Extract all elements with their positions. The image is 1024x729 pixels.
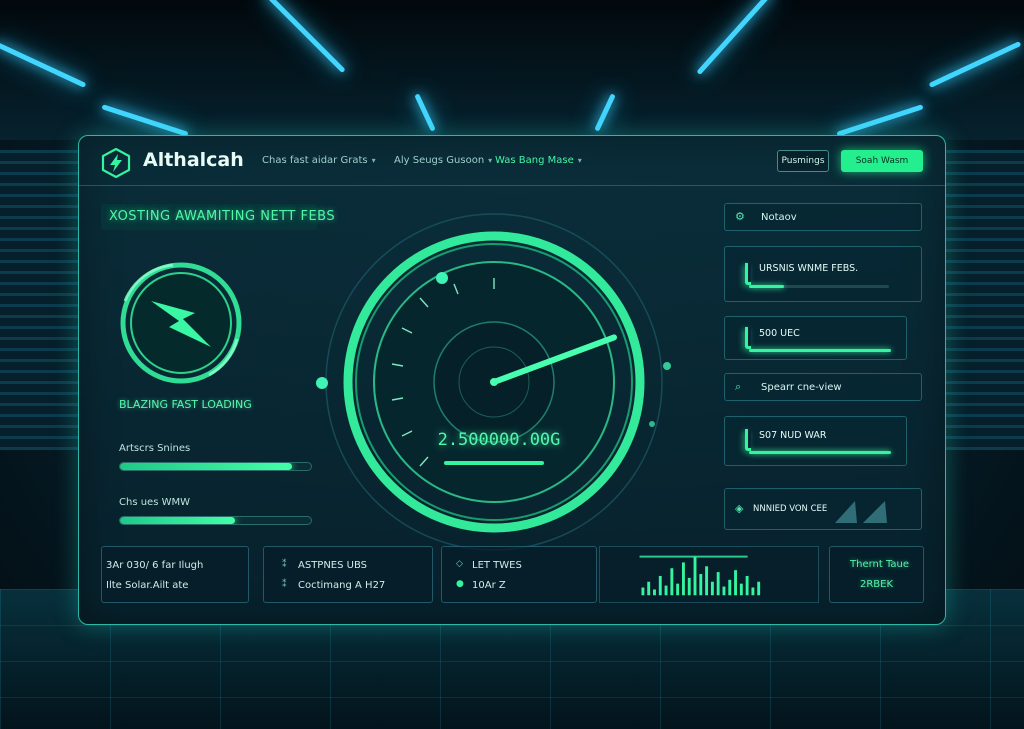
activity-graph [599, 546, 819, 603]
bracket-accent [745, 327, 751, 349]
bullet-icon: ⁑ [282, 580, 287, 590]
info-line: Ilte Solar.Ailt ate [106, 580, 189, 591]
nav-item-label: Was Bang Mase [495, 155, 574, 166]
dashboard-panel: Althalcah Chas fast aidar Grats ▾ Aly Seu… [78, 135, 946, 625]
top-bar: Althalcah Chas fast aidar Grats ▾ Aly Seu… [79, 136, 945, 186]
info-line: 10Ar Z [472, 580, 506, 591]
activity-spike [699, 574, 703, 596]
nav-item-label: Aly Seugs Gusoon [394, 155, 485, 166]
bracket-accent [745, 429, 751, 451]
status-dot-icon: ● [456, 579, 464, 589]
metric-track [749, 285, 889, 288]
activity-spike [722, 586, 726, 596]
gauge-readout: 2.500000.00G [437, 430, 561, 450]
progress-fill [120, 517, 235, 524]
live-card: Thernt Taue 2RBEK [829, 546, 924, 603]
nav-menu-item-3[interactable]: Was Bang Mase ▾ [495, 155, 582, 166]
activity-spike [647, 581, 651, 596]
metric-value: S07 NUD WAR [759, 430, 827, 441]
panel-title: Notaov [761, 212, 797, 223]
activity-spike [670, 568, 674, 596]
chevron-down-icon: ▾ [371, 156, 376, 165]
activity-spike [739, 583, 743, 596]
server-rack-left [0, 150, 85, 450]
status-card: ◈ NNNIED VON CEE [724, 488, 922, 530]
metric-card: S07 NUD WAR [724, 416, 907, 466]
metric-value: 500 UEC [759, 328, 800, 339]
chevron-down-icon: ▾ [488, 156, 493, 165]
activity-spike [687, 577, 691, 596]
metric-underline [749, 349, 891, 352]
app-title: Althalcah [143, 149, 244, 171]
activity-spike [710, 581, 714, 596]
activity-spike [757, 581, 761, 596]
primary-cta-button[interactable]: Soah Wasm [841, 150, 923, 172]
bracket-accent [745, 263, 751, 285]
status-text: NNNIED VON CEE [753, 504, 828, 514]
activity-spike [745, 575, 749, 596]
search-overview-panel[interactable]: ⌕ Spearr cne-view [724, 373, 922, 401]
metric-underline [749, 451, 891, 454]
panel-title: Spearr cne-view [761, 382, 842, 393]
info-card: ◇ LET TWES ● 10Ar Z [441, 546, 597, 603]
nav-menu-item-1[interactable]: Chas fast aidar Grats ▾ [262, 155, 376, 166]
info-line: ASTPNES UBS [298, 560, 368, 571]
notification-panel[interactable]: ⚙ Notaov [724, 203, 922, 231]
nav-item-label: Chas fast aidar Grats [262, 155, 368, 166]
diamond-icon: ◈ [735, 502, 744, 515]
activity-spike [676, 583, 680, 596]
info-card: 3Ar 030/ 6 far Ilugh Ilte Solar.Ailt ate [101, 546, 249, 603]
metric-fill [749, 285, 784, 288]
ceiling [0, 0, 1024, 140]
nav-menu-item-2[interactable]: Aly Seugs Gusoon ▾ [394, 155, 492, 166]
bullet-icon: ⁑ [282, 560, 287, 570]
activity-spike [728, 579, 732, 596]
activity-spike [681, 562, 685, 596]
live-title: Thernt Taue [850, 559, 910, 570]
diamond-icon: ◇ [456, 559, 463, 569]
activity-spike [705, 566, 709, 596]
progress-bar [119, 462, 312, 471]
progress-fill [120, 463, 292, 470]
info-line: LET TWES [472, 560, 522, 571]
secondary-button[interactable]: Pusmings [777, 150, 829, 172]
speed-gauge [316, 213, 671, 551]
live-value: 2RBEK [860, 579, 894, 590]
activity-spike [653, 589, 656, 596]
chevron-down-icon: ▾ [577, 156, 582, 165]
activity-spike [664, 585, 668, 596]
info-line: Coctimang A H27 [298, 580, 386, 591]
triangle-icons [835, 501, 887, 523]
stat-label: Chs ues WMW [119, 497, 190, 508]
activity-spike [734, 570, 737, 596]
metric-value: URSNIS WNME FEBS. [759, 263, 859, 274]
metric-card: 500 UEC [724, 316, 907, 360]
info-line: 3Ar 030/ 6 far Ilugh [106, 560, 204, 571]
activity-spike [716, 572, 720, 596]
activity-spike [693, 556, 697, 596]
info-card: ⁑ ASTPNES UBS ⁑ Coctimang A H27 [263, 546, 433, 603]
feature-label: BLAZING FAST LOADING [119, 398, 252, 411]
gear-icon: ⚙ [735, 210, 745, 223]
metric-card: URSNIS WNME FEBS. [724, 246, 922, 302]
server-rack-right [939, 150, 1024, 450]
lightning-bolt-icon [120, 262, 242, 384]
activity-spike [641, 587, 645, 596]
headline-banner: XOSTING AWAMITING NETT FEBS [101, 204, 335, 230]
stat-label: Artscrs Snines [119, 443, 191, 454]
progress-bar [119, 516, 312, 525]
logo-icon [101, 148, 131, 178]
activity-spike [751, 587, 755, 596]
search-icon: ⌕ [735, 380, 742, 393]
activity-spike [658, 575, 662, 596]
page-headline: XOSTING AWAMITING NETT FEBS [109, 209, 336, 224]
